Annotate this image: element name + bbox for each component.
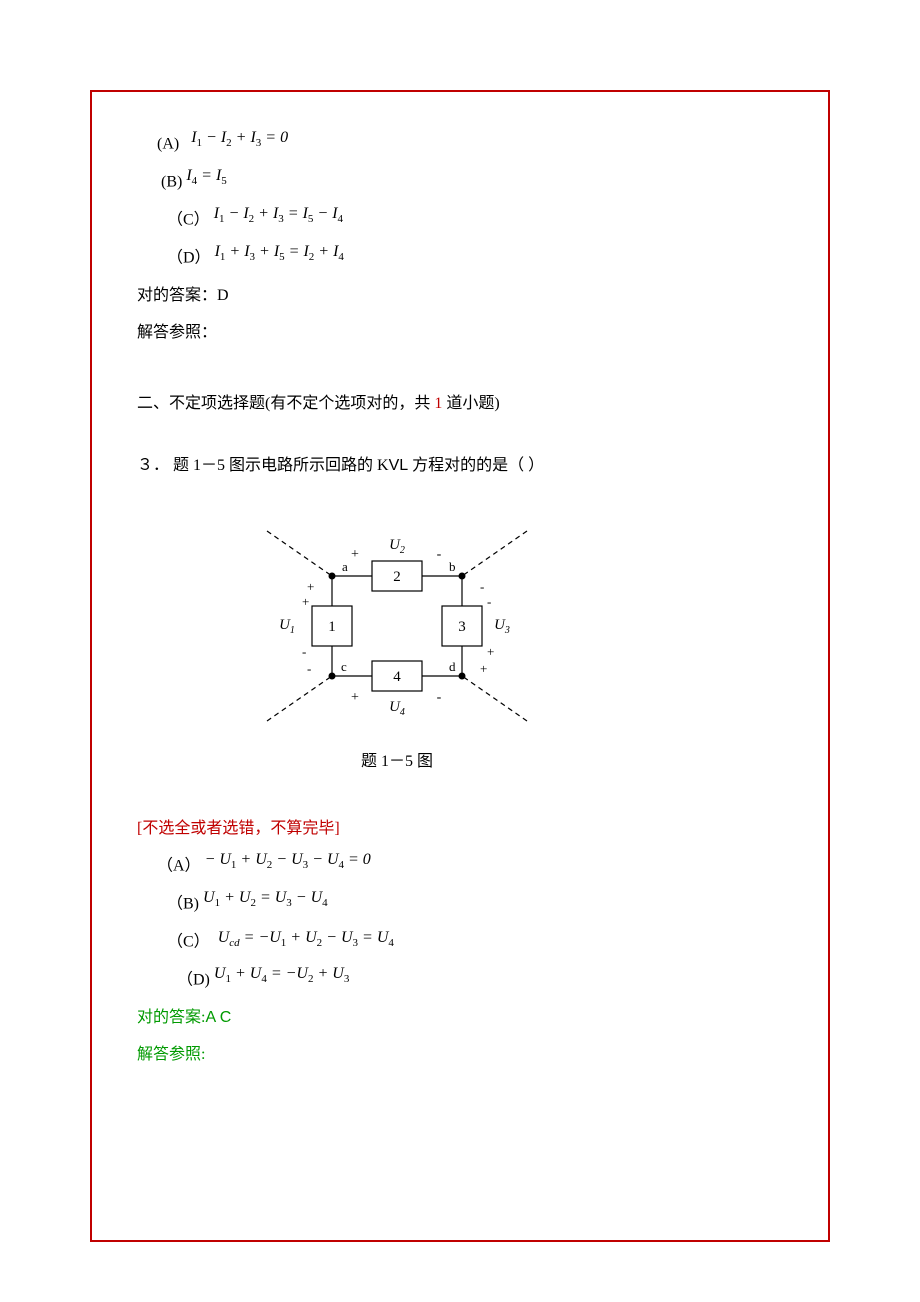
q3-ref: 解答参照: xyxy=(137,1041,798,1070)
q2-option-b: (B) I4 = I5 xyxy=(137,168,798,198)
q2-optD-math: I1 + I3 + I5 = I2 + I4 xyxy=(215,238,344,268)
svg-text:-: - xyxy=(437,690,442,705)
q3-stem-pre: ３． 题 1－5 图示电路所示回路的 K xyxy=(137,457,389,474)
q2-optC-label: （C） xyxy=(167,212,210,229)
svg-text:-: - xyxy=(437,547,442,562)
q3-figure: 2 4 1 3 a b c xyxy=(237,511,557,771)
q3-optA-math: − U1 + U2 − U3 − U4 = 0 xyxy=(205,846,371,876)
svg-text:+: + xyxy=(480,661,487,676)
q2-optC-math: I1 − I2 + I3 = I5 − I4 xyxy=(214,200,343,230)
svg-text:b: b xyxy=(449,559,456,574)
q2-optB-math: I4 = I5 xyxy=(186,162,226,192)
svg-text:-: - xyxy=(487,594,491,609)
svg-text:-: - xyxy=(480,579,484,594)
svg-text:2: 2 xyxy=(393,569,401,585)
svg-text:+: + xyxy=(487,644,494,659)
q3-optC-label: （C） xyxy=(167,934,210,951)
q3-option-b: （B) U1 + U2 = U3 − U4 xyxy=(137,890,798,920)
svg-text:d: d xyxy=(449,659,456,674)
q3-stem: ３． 题 1－5 图示电路所示回路的 KVL 方程对的的是（ ） xyxy=(137,452,798,481)
svg-text:U1: U1 xyxy=(279,617,295,636)
q3-answer-line: 对的答案:A C xyxy=(137,1004,798,1033)
q3-optC-math: Ucd = −U1 + U2 − U3 = U4 xyxy=(218,924,394,954)
q3-answer: A C xyxy=(205,1009,231,1026)
q3-optD-label: （D) xyxy=(177,972,210,989)
section2-pre: 二、不定项选择题(有不定个选项对的，共 xyxy=(137,395,434,412)
section2-post: 道小题) xyxy=(442,395,499,412)
svg-text:1: 1 xyxy=(328,619,336,635)
svg-text:3: 3 xyxy=(458,619,466,635)
circuit-diagram-icon: 2 4 1 3 a b c xyxy=(237,511,557,741)
q3-stem-post: 方程对的的是（ ） xyxy=(408,457,544,474)
q2-ref: 解答参照： xyxy=(137,319,798,348)
svg-text:c: c xyxy=(341,659,347,674)
q2-option-c: （C） I1 − I2 + I3 = I5 − I4 xyxy=(137,206,798,236)
q2-option-d: （D） I1 + I3 + I5 = I2 + I4 xyxy=(137,244,798,274)
svg-text:+: + xyxy=(351,547,359,562)
q3-stem-vl: VL xyxy=(389,457,409,474)
svg-text:U3: U3 xyxy=(494,617,510,636)
q3-answer-label: 对的答案: xyxy=(137,1009,205,1026)
svg-text:+: + xyxy=(302,594,309,609)
q3-option-c: （C） Ucd = −U1 + U2 − U3 = U4 xyxy=(137,928,798,958)
q3-option-d: （D) U1 + U4 = −U2 + U3 xyxy=(137,966,798,996)
svg-text:U2: U2 xyxy=(389,537,405,556)
svg-text:a: a xyxy=(342,559,348,574)
svg-text:+: + xyxy=(351,690,359,705)
svg-text:-: - xyxy=(307,661,311,676)
svg-text:4: 4 xyxy=(393,669,401,685)
q3-optD-math: U1 + U4 = −U2 + U3 xyxy=(214,960,349,990)
q2-answer: 对的答案：D xyxy=(137,282,798,311)
q2-optB-label: (B) xyxy=(161,174,182,191)
q3-optB-label: （B) xyxy=(167,896,199,913)
q3-note: [不选全或者选错，不算完毕] xyxy=(137,815,798,844)
q3-option-a: （A） − U1 + U2 − U3 − U4 = 0 xyxy=(137,852,798,882)
section2-title: 二、不定项选择题(有不定个选项对的，共 1 道小题) xyxy=(137,390,798,419)
q2-optA-label: (A) xyxy=(157,136,179,153)
q2-optA-math: I1 − I2 + I3 = 0 xyxy=(191,124,288,154)
q2-option-a: (A) I1 − I2 + I3 = 0 xyxy=(137,130,798,160)
q3-caption: 题 1－5 图 xyxy=(237,747,557,771)
q3-optB-math: U1 + U2 = U3 − U4 xyxy=(203,884,328,914)
q2-optD-label: （D） xyxy=(167,250,211,267)
svg-text:+: + xyxy=(307,579,314,594)
svg-text:-: - xyxy=(302,644,306,659)
q3-optA-label: （A） xyxy=(157,858,201,875)
svg-text:U4: U4 xyxy=(389,699,405,718)
